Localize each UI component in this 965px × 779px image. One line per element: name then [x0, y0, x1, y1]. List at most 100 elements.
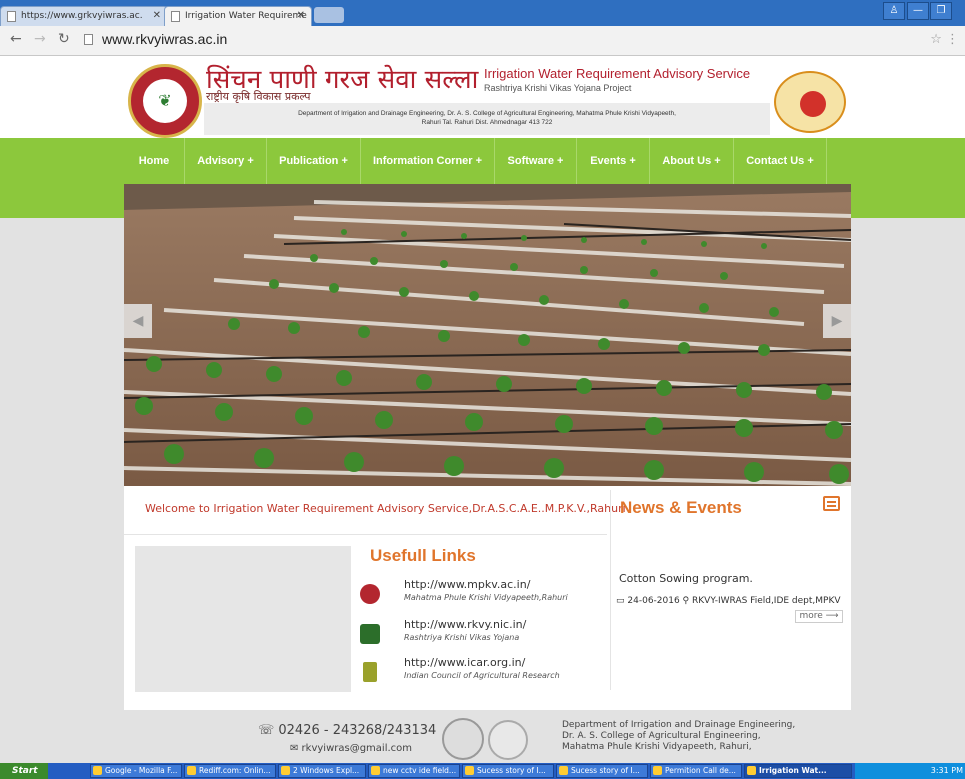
- taskbar-item[interactable]: new cctv ide field...: [368, 764, 460, 778]
- footer-university-logo: [442, 718, 484, 760]
- close-icon[interactable]: ✕: [297, 10, 305, 21]
- footer-address-line: Mahatma Phule Krishi Vidyapeeth, Rahuri,: [562, 742, 752, 752]
- browser-tab-2[interactable]: Irrigation Water Requireme ✕: [164, 6, 312, 26]
- drip-irrigation-field-image: [124, 184, 851, 486]
- nav-advisory[interactable]: Advisory +: [185, 138, 266, 184]
- word-icon: [653, 766, 662, 775]
- site-title-english: Irrigation Water Requirement Advisory Se…: [484, 66, 751, 81]
- department-address: Department of Irrigation and Drainage En…: [204, 103, 770, 135]
- restore-icon[interactable]: ❐: [930, 2, 952, 20]
- reload-icon[interactable]: ↻: [58, 31, 70, 47]
- bookmark-star-icon[interactable]: ☆ ⋮: [930, 32, 959, 47]
- nav-information-corner[interactable]: Information Corner +: [361, 138, 494, 184]
- tab-title: https://www.grkvyiwras.ac.: [21, 11, 143, 21]
- nav-divider: [826, 138, 827, 184]
- nav-home[interactable]: Home: [124, 138, 184, 184]
- page-icon: [84, 34, 93, 45]
- department-line-1: Department of Irrigation and Drainage En…: [298, 110, 676, 117]
- taskbar-item-label: Irrigation Wat...: [759, 766, 827, 775]
- link-url[interactable]: http://www.icar.org.in/: [404, 656, 525, 669]
- news-meta-text: 24-06-2016 ⚲ RKVY-IWRAS Field,IDE dept,M…: [627, 596, 841, 606]
- site-header: ❦ सिंचन पाणी गरज सेवा सल्ला राष्ट्रीय कृ…: [0, 56, 965, 138]
- mpkv-logo-icon: [360, 584, 380, 604]
- web-page: ❦ सिंचन पाणी गरज सेवा सल्ला राष्ट्रीय कृ…: [0, 56, 965, 763]
- user-icon[interactable]: ♙: [883, 2, 905, 20]
- url-text: www.rkvyiwras.ac.in: [102, 31, 228, 47]
- forward-icon[interactable]: →: [34, 31, 46, 47]
- word-icon: [465, 766, 474, 775]
- taskbar-item-label: Sucess story of I...: [477, 766, 546, 775]
- word-icon: [559, 766, 568, 775]
- back-icon[interactable]: ←: [10, 31, 22, 47]
- url-field[interactable]: www.rkvyiwras.ac.in: [80, 29, 940, 51]
- useful-link-item[interactable]: http://www.rkvy.nic.in/ Rashtriya Krishi…: [360, 618, 590, 656]
- footer-address-line: Department of Irrigation and Drainage En…: [562, 720, 796, 730]
- site-subtitle-english: Rashtriya Krishi Vikas Yojana Project: [484, 83, 632, 93]
- word-icon: [371, 766, 380, 775]
- slider-next-button[interactable]: ▶: [823, 304, 851, 338]
- system-tray: 3:31 PM: [855, 763, 965, 779]
- image-placeholder: [135, 546, 351, 692]
- nav-publication[interactable]: Publication +: [267, 138, 360, 184]
- page-icon: [171, 11, 180, 22]
- nav-about-us[interactable]: About Us +: [650, 138, 733, 184]
- link-url[interactable]: http://www.mpkv.ac.in/: [404, 578, 530, 591]
- taskbar-item-label: new cctv ide field...: [383, 766, 457, 775]
- address-bar: ← → ↻ www.rkvyiwras.ac.in ☆ ⋮: [0, 26, 965, 56]
- news-item-title[interactable]: Cotton Sowing program.: [619, 572, 753, 585]
- tab-title: Irrigation Water Requireme: [185, 11, 307, 21]
- sun-emblem-icon: [800, 91, 826, 117]
- taskbar-item-label: Google - Mozilla F...: [105, 766, 178, 775]
- link-description: Mahatma Phule Krishi Vidyapeeth,Rahuri: [404, 593, 568, 602]
- divider: [610, 490, 611, 690]
- news-item-meta: ▭ 24-06-2016 ⚲ RKVY-IWRAS Field,IDE dept…: [616, 596, 841, 606]
- taskbar-item[interactable]: Sucess story of I...: [556, 764, 648, 778]
- useful-link-item[interactable]: http://www.mpkv.ac.in/ Mahatma Phule Kri…: [360, 578, 590, 616]
- rkvy-logo-icon: [360, 624, 380, 644]
- taskbar-item[interactable]: Google - Mozilla F...: [90, 764, 182, 778]
- taskbar-item[interactable]: 2 Windows Expl...: [278, 764, 366, 778]
- slider-prev-button[interactable]: ◀: [124, 304, 152, 338]
- folder-icon: [281, 766, 290, 775]
- taskbar-item[interactable]: Rediff.com: Onlin...: [184, 764, 276, 778]
- taskbar-item[interactable]: Sucess story of I...: [462, 764, 554, 778]
- chrome-icon: [747, 766, 756, 775]
- hero-slider: ◀ ▶: [124, 184, 851, 486]
- browser-tab-1[interactable]: https://www.grkvyiwras.ac. ✕: [0, 6, 168, 26]
- start-button[interactable]: Start: [0, 763, 48, 779]
- close-icon[interactable]: ✕: [153, 10, 161, 21]
- footer-address: Department of Irrigation and Drainage En…: [562, 720, 795, 753]
- footer-rkvy-logo: [488, 720, 528, 760]
- page-icon: [7, 11, 16, 22]
- content-panel: Welcome to Irrigation Water Requirement …: [124, 486, 851, 710]
- welcome-message: Welcome to Irrigation Water Requirement …: [145, 502, 626, 515]
- site-footer: ☏ 02426 - 243268/243134 ✉ rkvyiwras@gmai…: [0, 710, 965, 763]
- department-line-2: Rahuri Tal. Rahuri Dist. Ahmednagar 413 …: [421, 119, 553, 126]
- taskbar-item-label: Permition Call de...: [665, 766, 736, 775]
- link-description: Rashtriya Krishi Vikas Yojana: [404, 633, 520, 642]
- footer-email[interactable]: ✉ rkvyiwras@gmail.com: [290, 743, 412, 754]
- divider: [124, 534, 607, 535]
- taskbar-item-label: Rediff.com: Onlin...: [199, 766, 271, 775]
- new-tab-button[interactable]: [314, 7, 344, 23]
- taskbar-item[interactable]: Permition Call de...: [650, 764, 742, 778]
- rkvy-logo[interactable]: [774, 71, 846, 133]
- newspaper-icon: [823, 496, 840, 511]
- nav-contact-us[interactable]: Contact Us +: [734, 138, 826, 184]
- footer-phone: ☏ 02426 - 243268/243134: [258, 723, 437, 738]
- taskbar-item-active[interactable]: Irrigation Wat...: [744, 764, 852, 778]
- calendar-icon: ▭: [616, 596, 625, 606]
- university-logo[interactable]: ❦: [128, 64, 202, 138]
- more-button[interactable]: more ⟶: [795, 610, 843, 623]
- nav-software[interactable]: Software +: [495, 138, 576, 184]
- app-icon: [187, 766, 196, 775]
- link-description: Indian Council of Agricultural Research: [404, 671, 560, 680]
- nav-events[interactable]: Events +: [577, 138, 649, 184]
- link-url[interactable]: http://www.rkvy.nic.in/: [404, 618, 526, 631]
- taskbar-item-label: 2 Windows Expl...: [293, 766, 360, 775]
- taskbar-item-label: Sucess story of I...: [571, 766, 640, 775]
- clock: 3:31 PM: [930, 766, 963, 775]
- useful-links-title: Usefull Links: [370, 546, 476, 565]
- minimize-icon[interactable]: —: [907, 2, 929, 20]
- useful-link-item[interactable]: http://www.icar.org.in/ Indian Council o…: [360, 656, 590, 694]
